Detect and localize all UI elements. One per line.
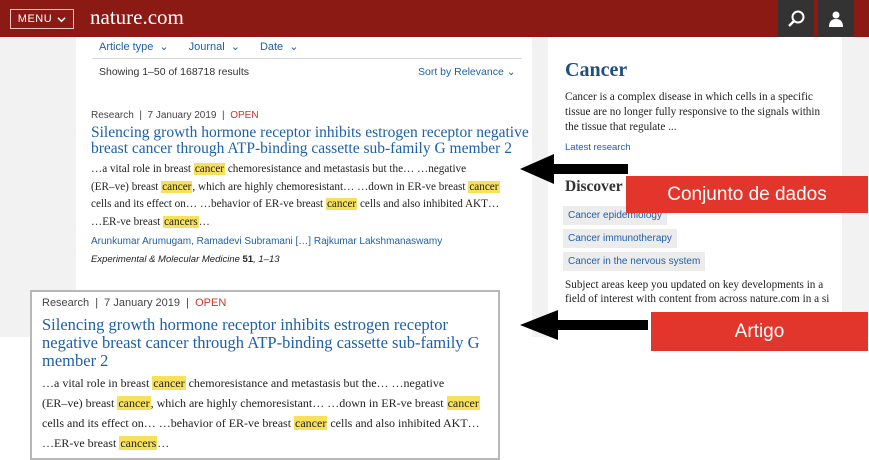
subject-title: Cancer <box>565 59 628 81</box>
subject-footer-text: Subject areas keep you updated on key de… <box>565 279 830 305</box>
chevron-down-icon: ⌄ <box>506 66 516 78</box>
chevron-down-icon: ⌄ <box>230 41 240 53</box>
divider <box>92 58 522 59</box>
filter-date[interactable]: Date ⌄ <box>260 40 298 53</box>
filter-article-type[interactable]: Article type ⌄ <box>99 40 169 53</box>
site-logo[interactable]: nature.com <box>90 5 184 30</box>
subject-chip[interactable]: Cancer immunotherapy <box>563 229 677 248</box>
article-meta: Research | 7 January 2019 | OPEN <box>42 297 227 309</box>
article-title-link[interactable]: Silencing growth hormone receptor inhibi… <box>42 316 488 370</box>
arrow-left-icon <box>520 310 648 340</box>
open-access-badge: OPEN <box>195 297 227 309</box>
article-title-link[interactable]: Silencing growth hormone receptor inhibi… <box>91 125 531 157</box>
article-date: 7 January 2019 <box>147 110 217 121</box>
chevron-down-icon: ⌄ <box>289 41 299 53</box>
article-journal: Experimental & Molecular Medicine 51, 1–… <box>91 254 280 265</box>
menu-label: MENU <box>17 13 53 25</box>
subject-chip[interactable]: Cancer in the nervous system <box>563 252 706 271</box>
search-icon <box>788 10 805 27</box>
article-meta: Research | 7 January 2019 | OPEN <box>91 110 259 121</box>
sort-dropdown[interactable]: Sort by Relevance ⌄ <box>418 66 516 78</box>
search-button[interactable] <box>778 0 814 37</box>
open-access-badge: OPEN <box>230 110 259 121</box>
article-authors[interactable]: Arunkumar Arumugam, Ramadevi Subramani [… <box>91 236 531 247</box>
filter-bar: Article type ⌄ Journal ⌄ Date ⌄ <box>99 40 298 53</box>
filter-journal[interactable]: Journal ⌄ <box>189 40 240 53</box>
article-annotation-label: Artigo <box>651 312 868 351</box>
dataset-annotation-label: Conjunto de dados <box>626 176 868 213</box>
user-icon <box>829 11 843 27</box>
search-result-item: Research | 7 January 2019 | OPEN Silenci… <box>91 110 531 265</box>
article-snippet: …a vital role in breast cancer chemoresi… <box>42 376 480 450</box>
results-count: Showing 1–50 of 168718 results <box>99 66 250 78</box>
menu-button[interactable]: MENU <box>10 9 74 29</box>
arrow-left-icon <box>520 154 628 184</box>
chevron-down-icon <box>57 16 66 22</box>
article-type: Research <box>91 110 134 121</box>
zoomed-article-callout: Research | 7 January 2019 | OPEN Silenci… <box>30 290 500 460</box>
subject-description: Cancer is a complex disease in which cel… <box>565 91 821 133</box>
account-button[interactable] <box>818 0 854 37</box>
article-snippet: …a vital role in breast cancer chemoresi… <box>91 163 500 228</box>
chevron-down-icon: ⌄ <box>159 41 169 53</box>
